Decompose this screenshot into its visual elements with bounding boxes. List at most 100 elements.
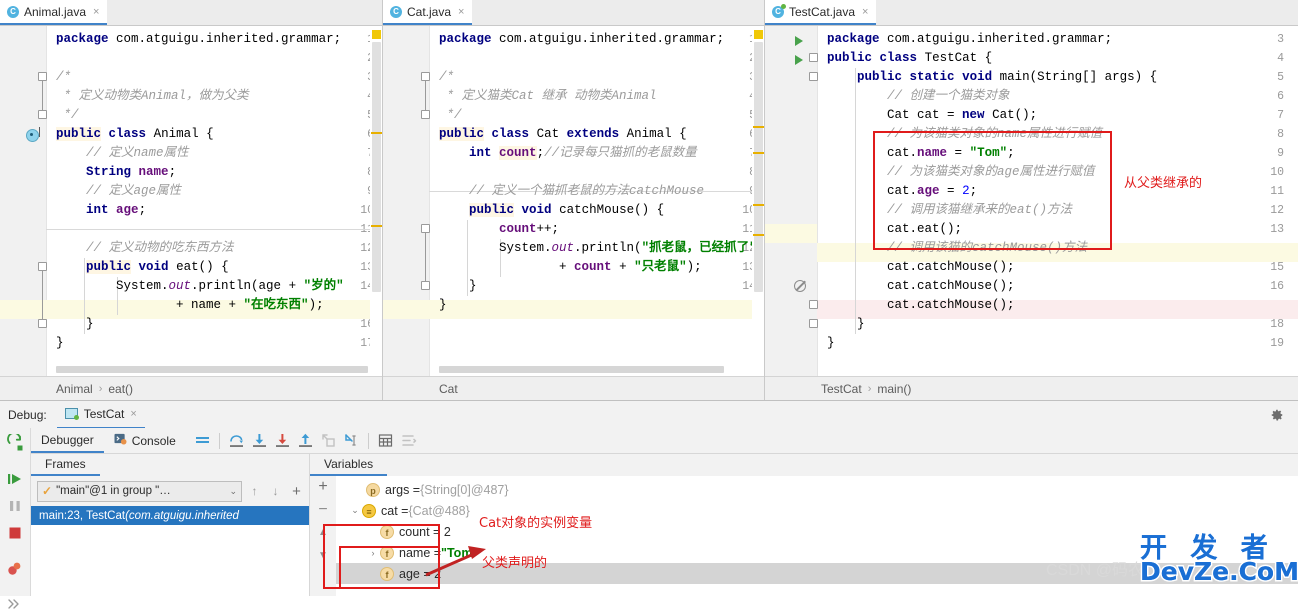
variable-name: count = 2 [399,524,451,539]
tab-debugger[interactable]: Debugger [31,429,104,453]
breadcrumb-2: Cat [383,376,764,400]
editor-area: C Animal.java × 12 34 56 78 910 1112 131… [0,0,1298,400]
change-marker [753,126,764,128]
tab-testcat-java[interactable]: C TestCat.java × [765,0,877,25]
debug-session-icon [64,408,79,420]
evaluate-expression-icon[interactable] [377,432,394,449]
close-icon[interactable]: × [862,6,868,18]
variable-row-args[interactable]: p args = {String[0]@487} [336,479,1298,500]
remove-watch-button[interactable]: − [314,502,332,518]
move-down-button[interactable]: ▼ [314,548,332,564]
variable-name: cat = [381,503,409,518]
no-entry-icon[interactable] [794,280,806,292]
field-badge: f [380,566,394,581]
scroll-thumb[interactable] [372,42,381,292]
ide-window: C Animal.java × 12 34 56 78 910 1112 131… [0,0,1298,609]
frame-main-text: main:23, TestCat [39,509,126,522]
chevron-down-icon[interactable]: ⌄ [348,505,362,516]
breadcrumb-item[interactable]: Animal [56,382,93,396]
tabstrip-3: C TestCat.java × [765,0,1298,26]
step-out-icon[interactable] [297,432,314,449]
java-class-icon: C [390,5,402,18]
close-icon[interactable]: × [130,408,136,420]
annotation-inherited-label: 从父类继承的 [1124,176,1203,191]
editor-body-3[interactable]: 34 56 78 910 1112 1314 1516 1718 19 [765,26,1298,376]
field-badge: f [380,545,394,560]
marker-scrollbar-2[interactable] [752,26,764,376]
breadcrumb-3: TestCat › main() [765,376,1298,400]
thread-dropdown[interactable]: ✓ "main"@1 in group "… ⌄ [37,480,242,502]
object-badge: ≡ [362,503,376,518]
change-marker [753,234,764,236]
watermark-csdn: CSDN @码农 [1046,562,1145,579]
code-content-3[interactable]: package com.atguigu.inherited.grammar; p… [817,26,1298,376]
debug-session-name: TestCat [83,406,125,421]
force-step-into-icon[interactable] [274,432,291,449]
code-content-2[interactable]: package com.atguigu.inherited.grammar; /… [429,26,764,376]
move-up-button[interactable]: ▲ [314,525,332,541]
mute-breakpoints-icon[interactable] [194,432,211,449]
todo-marker [754,30,763,39]
resume-icon[interactable] [6,470,24,488]
close-icon[interactable]: × [458,6,464,18]
breadcrumb-item[interactable]: eat() [108,382,133,396]
rerun-icon[interactable] [6,432,24,452]
debug-session-tab[interactable]: TestCat × [56,401,145,429]
tabstrip-1: C Animal.java × [0,0,382,26]
implemented-method-icon[interactable] [26,129,39,142]
java-class-icon: C [7,5,19,18]
change-marker [753,152,764,154]
chevron-right-icon: › [867,382,872,395]
tab-cat-java[interactable]: C Cat.java × [383,0,473,25]
variable-name: args = [385,482,421,497]
chevron-right-icon[interactable]: › [366,548,380,558]
tab-label: TestCat.java [789,4,856,19]
variables-header: Variables [310,454,1298,476]
debug-title-bar: Debug: TestCat × [0,401,1298,429]
change-marker [753,204,764,206]
chevron-right-icon: › [98,382,103,395]
breadcrumb-item[interactable]: main() [877,382,911,396]
add-watch-button[interactable]: + [314,479,332,495]
change-marker [371,225,382,227]
run-class-icon[interactable] [795,36,803,46]
variables-buttons: + − ▲ ▼ [310,476,336,596]
frame-up-button[interactable]: ↑ [246,483,263,500]
run-main-icon[interactable] [795,55,803,65]
watermark-en: DevZe.CoM [1140,557,1298,586]
editor-body-1[interactable]: 12 34 56 78 910 1112 1314 1516 17 [0,26,382,376]
marker-scrollbar-1[interactable] [370,26,382,376]
gear-icon[interactable] [1270,408,1284,422]
editor-body-2[interactable]: 12 34 56 78 910 1112 1314 15 [383,26,764,376]
code-content-1[interactable]: package com.atguigu.inherited.grammar; /… [46,26,382,376]
horizontal-scrollbar-1[interactable] [56,366,368,373]
step-over-icon[interactable] [228,432,245,449]
tab-animal-java[interactable]: C Animal.java × [0,0,108,25]
breadcrumb-item[interactable]: Cat [439,382,458,396]
expand-rail-icon[interactable] [6,596,24,614]
scroll-thumb[interactable] [754,42,763,292]
frame-list-item[interactable]: main:23, TestCat (com.atguigu.inherited [31,506,309,525]
tab-console[interactable]: Console [104,429,186,453]
frames-pane: Frames ✓ "main"@1 in group "… ⌄ ↑ ↓ + ma… [31,454,310,596]
debug-action-rail [0,428,31,609]
thread-running-icon: ✓ [42,484,53,498]
close-icon[interactable]: × [93,6,99,18]
variables-title: Variables [310,457,388,476]
frames-empty-area [31,525,309,596]
pause-icon [6,497,24,515]
stop-icon[interactable] [6,524,24,542]
console-icon [114,433,127,448]
tab-console-label: Console [131,433,176,448]
editor-pane-animal: C Animal.java × 12 34 56 78 910 1112 131… [0,0,383,400]
horizontal-scrollbar-2[interactable] [439,366,724,373]
debug-toolbar: Debugger Console [31,428,1298,454]
chevron-down-icon[interactable]: ⌄ [229,486,237,497]
add-frame-button[interactable]: + [288,483,305,500]
view-breakpoints-icon[interactable] [6,560,24,578]
breadcrumb-item[interactable]: TestCat [821,382,862,396]
frame-down-button[interactable]: ↓ [267,483,284,500]
run-to-cursor-icon[interactable] [343,432,360,449]
watermark-logo: 开 发 者 开 发 者 DevZe.CoM DevZe.CoM [1139,526,1298,588]
step-into-icon[interactable] [251,432,268,449]
